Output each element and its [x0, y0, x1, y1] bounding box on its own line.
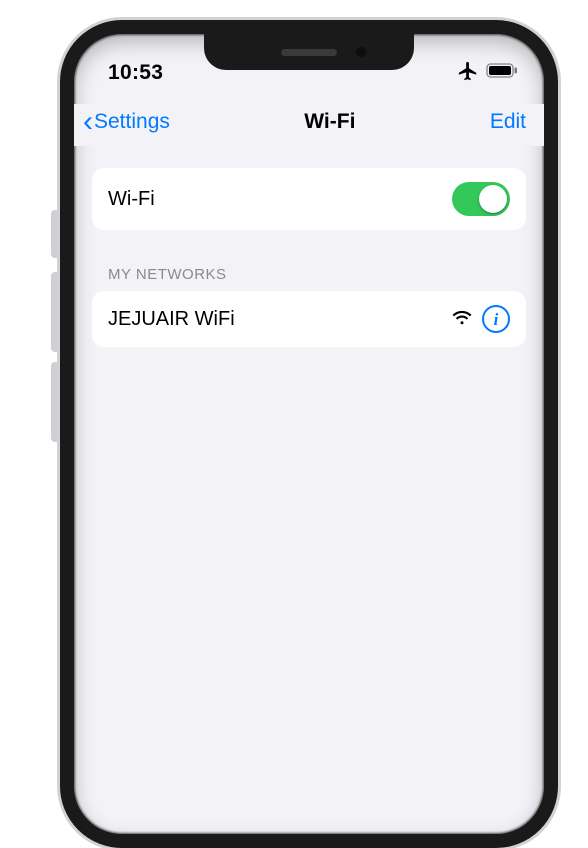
toggle-knob: [479, 185, 507, 213]
back-label: Settings: [94, 110, 170, 134]
edit-button[interactable]: Edit: [490, 110, 526, 134]
speaker-grill: [281, 49, 337, 56]
phone-frame: 10:53 ‹ Settings Wi-Fi Edit Wi-Fi MY NET…: [60, 20, 558, 848]
page-title: Wi-Fi: [304, 110, 355, 134]
volume-up-button[interactable]: [51, 272, 60, 352]
battery-icon: [486, 63, 518, 83]
status-time: 10:53: [108, 61, 163, 85]
chevron-left-icon: ‹: [83, 112, 93, 132]
navigation-bar: ‹ Settings Wi-Fi Edit: [74, 104, 544, 146]
wifi-toggle[interactable]: [452, 182, 510, 216]
back-button[interactable]: ‹ Settings: [83, 110, 170, 134]
wifi-label: Wi-Fi: [108, 188, 155, 211]
wifi-signal-icon: [452, 308, 472, 331]
network-ssid: JEJUAIR WiFi: [108, 308, 235, 331]
airplane-mode-icon: [457, 60, 479, 87]
my-networks-header: MY NETWORKS: [108, 266, 526, 283]
device-notch: [204, 34, 414, 70]
info-icon[interactable]: i: [482, 305, 510, 333]
front-camera: [354, 45, 368, 59]
network-row[interactable]: JEJUAIR WiFi i: [92, 291, 526, 347]
wifi-toggle-row: Wi-Fi: [92, 168, 526, 230]
volume-down-button[interactable]: [51, 362, 60, 442]
mute-switch[interactable]: [51, 210, 60, 258]
